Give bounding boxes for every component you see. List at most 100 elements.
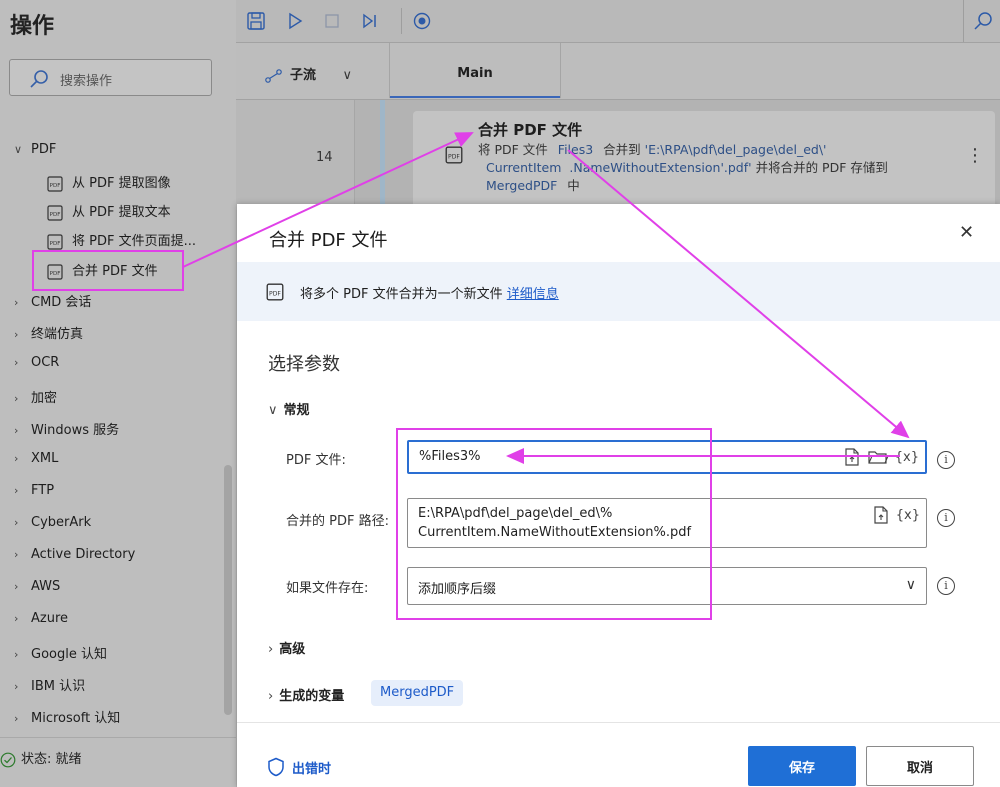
category-item[interactable]: › FTP xyxy=(14,483,54,498)
group-advanced-toggle[interactable]: › 高级 xyxy=(268,638,305,657)
on-error-button[interactable]: 出错时 xyxy=(267,757,331,777)
svg-text:PDF: PDF xyxy=(50,212,61,218)
chevron-right-icon: › xyxy=(14,712,19,725)
search-icon xyxy=(30,70,48,88)
annotation-highlight-box xyxy=(32,250,184,291)
action-item[interactable]: PDF 将 PDF 文件页面提... xyxy=(46,230,196,251)
category-item[interactable]: › Windows 服务 xyxy=(14,419,119,438)
pdf-file-icon: PDF xyxy=(47,204,63,221)
chevron-right-icon: › xyxy=(14,296,19,309)
status-text: 状态: 就绪 xyxy=(21,752,82,767)
category-item[interactable]: › Microsoft 认知 xyxy=(14,707,120,726)
chevron-right-icon: › xyxy=(14,680,19,693)
active-tab-indicator xyxy=(390,96,560,98)
action-item[interactable]: PDF 从 PDF 提取图像 xyxy=(46,172,171,193)
variable-picker-button[interactable]: {x} xyxy=(895,450,919,465)
chevron-right-icon: › xyxy=(14,328,19,341)
category-item[interactable]: › AWS xyxy=(14,579,60,594)
merge-pdf-dialog: 合并 PDF 文件 ✕ PDF 将多个 PDF 文件合并为一个新文件 详细信息 … xyxy=(237,204,1000,787)
step-description: 将 PDF 文件 Files3 合并到 'E:\RPA\pdf\del_page… xyxy=(478,142,888,193)
tab-subflows[interactable]: 子流 ∨ xyxy=(264,64,352,83)
chevron-right-icon: › xyxy=(268,689,274,704)
search-icon[interactable] xyxy=(973,11,993,31)
pdf-files-label: PDF 文件: xyxy=(286,453,346,468)
line-number: 14 xyxy=(316,150,333,165)
info-icon[interactable]: i xyxy=(937,451,955,469)
pdf-file-icon: PDF xyxy=(47,175,63,192)
category-item[interactable]: › XML xyxy=(14,451,58,466)
if-exists-label: 如果文件存在: xyxy=(286,581,369,596)
chevron-right-icon: › xyxy=(14,484,19,497)
variable-token: MergedPDF xyxy=(486,178,558,193)
step-title: 合并 PDF 文件 xyxy=(478,121,583,139)
chevron-right-icon: › xyxy=(14,612,19,625)
file-picker-icon[interactable] xyxy=(872,505,890,525)
variable-picker-button[interactable]: {x} xyxy=(896,508,920,523)
chevron-right-icon: › xyxy=(14,548,19,561)
search-actions-input[interactable]: 搜索操作 xyxy=(9,59,212,96)
divider xyxy=(0,737,236,738)
chevron-right-icon: › xyxy=(268,642,274,657)
chevron-down-icon: ∨ xyxy=(905,577,916,593)
produced-variable-chip[interactable]: MergedPDF xyxy=(371,680,464,706)
divider xyxy=(237,722,1000,723)
file-picker-icon[interactable] xyxy=(843,447,861,467)
group-general-toggle[interactable]: ∨ 常规 xyxy=(268,399,310,418)
cancel-button[interactable]: 取消 xyxy=(866,746,974,786)
line-gutter xyxy=(236,100,355,210)
folder-icon[interactable] xyxy=(867,448,889,466)
chevron-right-icon: › xyxy=(14,516,19,529)
merged-path-label: 合并的 PDF 路径: xyxy=(286,514,389,529)
category-item[interactable]: › IBM 认识 xyxy=(14,675,85,694)
category-item[interactable]: › Azure xyxy=(14,611,68,626)
group-variables-toggle[interactable]: › 生成的变量 xyxy=(268,685,344,704)
chevron-right-icon: › xyxy=(14,648,19,661)
svg-text:PDF: PDF xyxy=(50,183,61,189)
variable-token: CurrentItem xyxy=(486,160,562,175)
category-item[interactable]: › Active Directory xyxy=(14,547,135,562)
section-title: 选择参数 xyxy=(268,354,340,375)
dialog-info-banner: PDF 将多个 PDF 文件合并为一个新文件 详细信息 xyxy=(237,262,1000,321)
chevron-right-icon: › xyxy=(14,424,19,437)
chevron-down-icon: ∨ xyxy=(342,68,353,83)
category-item[interactable]: › CMD 会话 xyxy=(14,291,91,310)
designer-toolbar xyxy=(236,0,1000,43)
svg-text:PDF: PDF xyxy=(448,153,460,160)
check-circle-icon xyxy=(0,752,16,767)
record-icon[interactable] xyxy=(412,11,432,31)
svg-text:PDF: PDF xyxy=(50,241,61,247)
actions-pane-title: 操作 xyxy=(10,14,55,39)
chevron-down-icon: ∨ xyxy=(14,143,23,156)
toolbar-separator xyxy=(401,8,402,34)
category-item[interactable]: › 加密 xyxy=(14,387,57,406)
dialog-title: 合并 PDF 文件 xyxy=(269,230,388,251)
category-item[interactable]: › Google 认知 xyxy=(14,643,107,662)
category-pdf[interactable]: ∨ PDF xyxy=(14,142,56,157)
more-options-icon[interactable]: ⋮ xyxy=(966,145,984,166)
chevron-down-icon: ∨ xyxy=(268,403,278,418)
pdf-file-icon: PDF xyxy=(47,233,63,250)
subflow-icon xyxy=(265,68,282,83)
stop-icon[interactable] xyxy=(322,11,342,31)
action-item[interactable]: PDF 从 PDF 提取文本 xyxy=(46,201,171,222)
pdf-file-icon: PDF xyxy=(266,283,284,301)
step-indicator xyxy=(380,100,385,210)
svg-text:PDF: PDF xyxy=(269,290,281,297)
save-icon[interactable] xyxy=(246,11,266,31)
run-icon[interactable] xyxy=(285,11,305,31)
status-bar: 状态: 就绪 xyxy=(0,748,230,768)
info-icon[interactable]: i xyxy=(937,509,955,527)
toolbar-separator xyxy=(963,0,964,42)
step-next-icon[interactable] xyxy=(360,11,380,31)
category-item[interactable]: › CyberArk xyxy=(14,515,91,530)
more-info-link[interactable]: 详细信息 xyxy=(507,287,559,302)
shield-icon xyxy=(268,757,284,777)
close-icon[interactable]: ✕ xyxy=(959,222,974,243)
category-item[interactable]: › 终端仿真 xyxy=(14,323,83,342)
category-item[interactable]: › OCR xyxy=(14,355,59,370)
actions-scrollbar[interactable] xyxy=(224,465,232,715)
tab-main[interactable]: Main xyxy=(389,43,561,98)
designer-tabs: 子流 ∨ Main xyxy=(236,43,1000,100)
save-button[interactable]: 保存 xyxy=(748,746,856,786)
info-icon[interactable]: i xyxy=(937,577,955,595)
